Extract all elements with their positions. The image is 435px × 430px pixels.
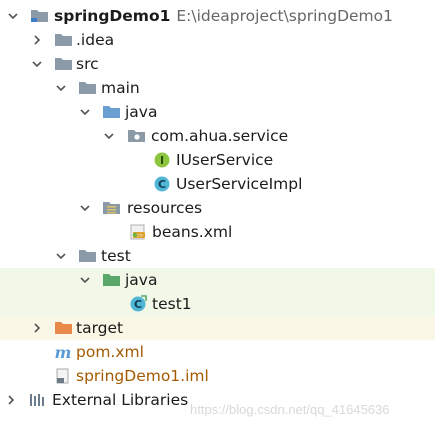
tree-row-iuserservice[interactable]: I IUserService — [0, 148, 435, 172]
tree-row-resources[interactable]: resources — [0, 196, 435, 220]
userserviceimpl-label: UserServiceImpl — [176, 175, 303, 193]
watermark: https://blog.csdn.net/qq_41645636 — [190, 402, 390, 417]
pom-label: pom.xml — [76, 343, 144, 361]
tree-row-project[interactable]: springDemo1 E:\ideaproject\springDemo1 — [0, 4, 435, 28]
main-java-label: java — [125, 103, 158, 121]
test-source-folder-icon — [102, 268, 122, 292]
chevron-down-icon[interactable] — [6, 4, 20, 28]
tree-row-test[interactable]: test — [0, 244, 435, 268]
chevron-right-icon[interactable] — [30, 316, 44, 340]
folder-icon — [54, 52, 74, 76]
tree-row-src[interactable]: src — [0, 52, 435, 76]
src-label: src — [76, 55, 99, 73]
iml-label: springDemo1.iml — [76, 367, 209, 385]
tree-row-idea[interactable]: .idea — [0, 28, 435, 52]
tree-row-main-java[interactable]: java — [0, 100, 435, 124]
package-icon — [127, 124, 147, 148]
chevron-down-icon[interactable] — [102, 124, 116, 148]
resources-label: resources — [127, 199, 203, 217]
external-libraries-label: External Libraries — [52, 391, 189, 409]
chevron-down-icon[interactable] — [78, 268, 92, 292]
project-name: springDemo1 — [54, 7, 171, 25]
chevron-down-icon[interactable] — [78, 100, 92, 124]
tree-row-test1[interactable]: C test1 — [0, 292, 435, 316]
test1-label: test1 — [152, 295, 192, 313]
test-java-label: java — [125, 271, 158, 289]
chevron-down-icon[interactable] — [54, 244, 68, 268]
tree-row-iml[interactable]: springDemo1.iml — [0, 364, 435, 388]
tree-row-target[interactable]: target — [0, 316, 435, 340]
package-label: com.ahua.service — [151, 127, 289, 145]
class-icon: C — [153, 172, 173, 196]
chevron-down-icon[interactable] — [78, 196, 92, 220]
tree-row-userserviceimpl[interactable]: C UserServiceImpl — [0, 172, 435, 196]
project-label: springDemo1 E:\ideaproject\springDemo1 — [54, 4, 393, 28]
chevron-right-icon[interactable] — [4, 388, 18, 412]
svg-text:m: m — [55, 343, 72, 361]
tree-row-main[interactable]: main — [0, 76, 435, 100]
test-label: test — [101, 247, 131, 265]
module-folder-icon — [30, 4, 50, 28]
folder-icon — [78, 76, 98, 100]
svg-text:C: C — [134, 298, 142, 311]
iuserservice-label: IUserService — [176, 151, 274, 169]
library-icon — [28, 388, 48, 412]
main-label: main — [101, 79, 140, 97]
folder-icon — [54, 28, 74, 52]
folder-icon — [78, 244, 98, 268]
excluded-folder-icon — [54, 316, 74, 340]
tree-row-beans[interactable]: <> beans.xml — [0, 220, 435, 244]
project-path: E:\ideaproject\springDemo1 — [176, 7, 393, 25]
tree-row-test-java[interactable]: java — [0, 268, 435, 292]
tree-row-pom[interactable]: m pom.xml — [0, 340, 435, 364]
svg-text:I: I — [160, 154, 164, 167]
spring-xml-icon: <> — [129, 220, 149, 244]
chevron-right-icon[interactable] — [30, 28, 44, 52]
chevron-down-icon[interactable] — [54, 76, 68, 100]
test-class-icon: C — [129, 292, 149, 316]
idea-label: .idea — [76, 31, 115, 49]
resources-folder-icon — [102, 196, 122, 220]
tree-row-package[interactable]: com.ahua.service — [0, 124, 435, 148]
maven-icon: m — [54, 340, 74, 364]
target-label: target — [76, 319, 124, 337]
beans-label: beans.xml — [152, 223, 233, 241]
interface-icon: I — [153, 148, 173, 172]
svg-text:C: C — [158, 178, 166, 191]
source-folder-icon — [102, 100, 122, 124]
module-file-icon — [54, 364, 74, 388]
chevron-down-icon[interactable] — [30, 52, 44, 76]
